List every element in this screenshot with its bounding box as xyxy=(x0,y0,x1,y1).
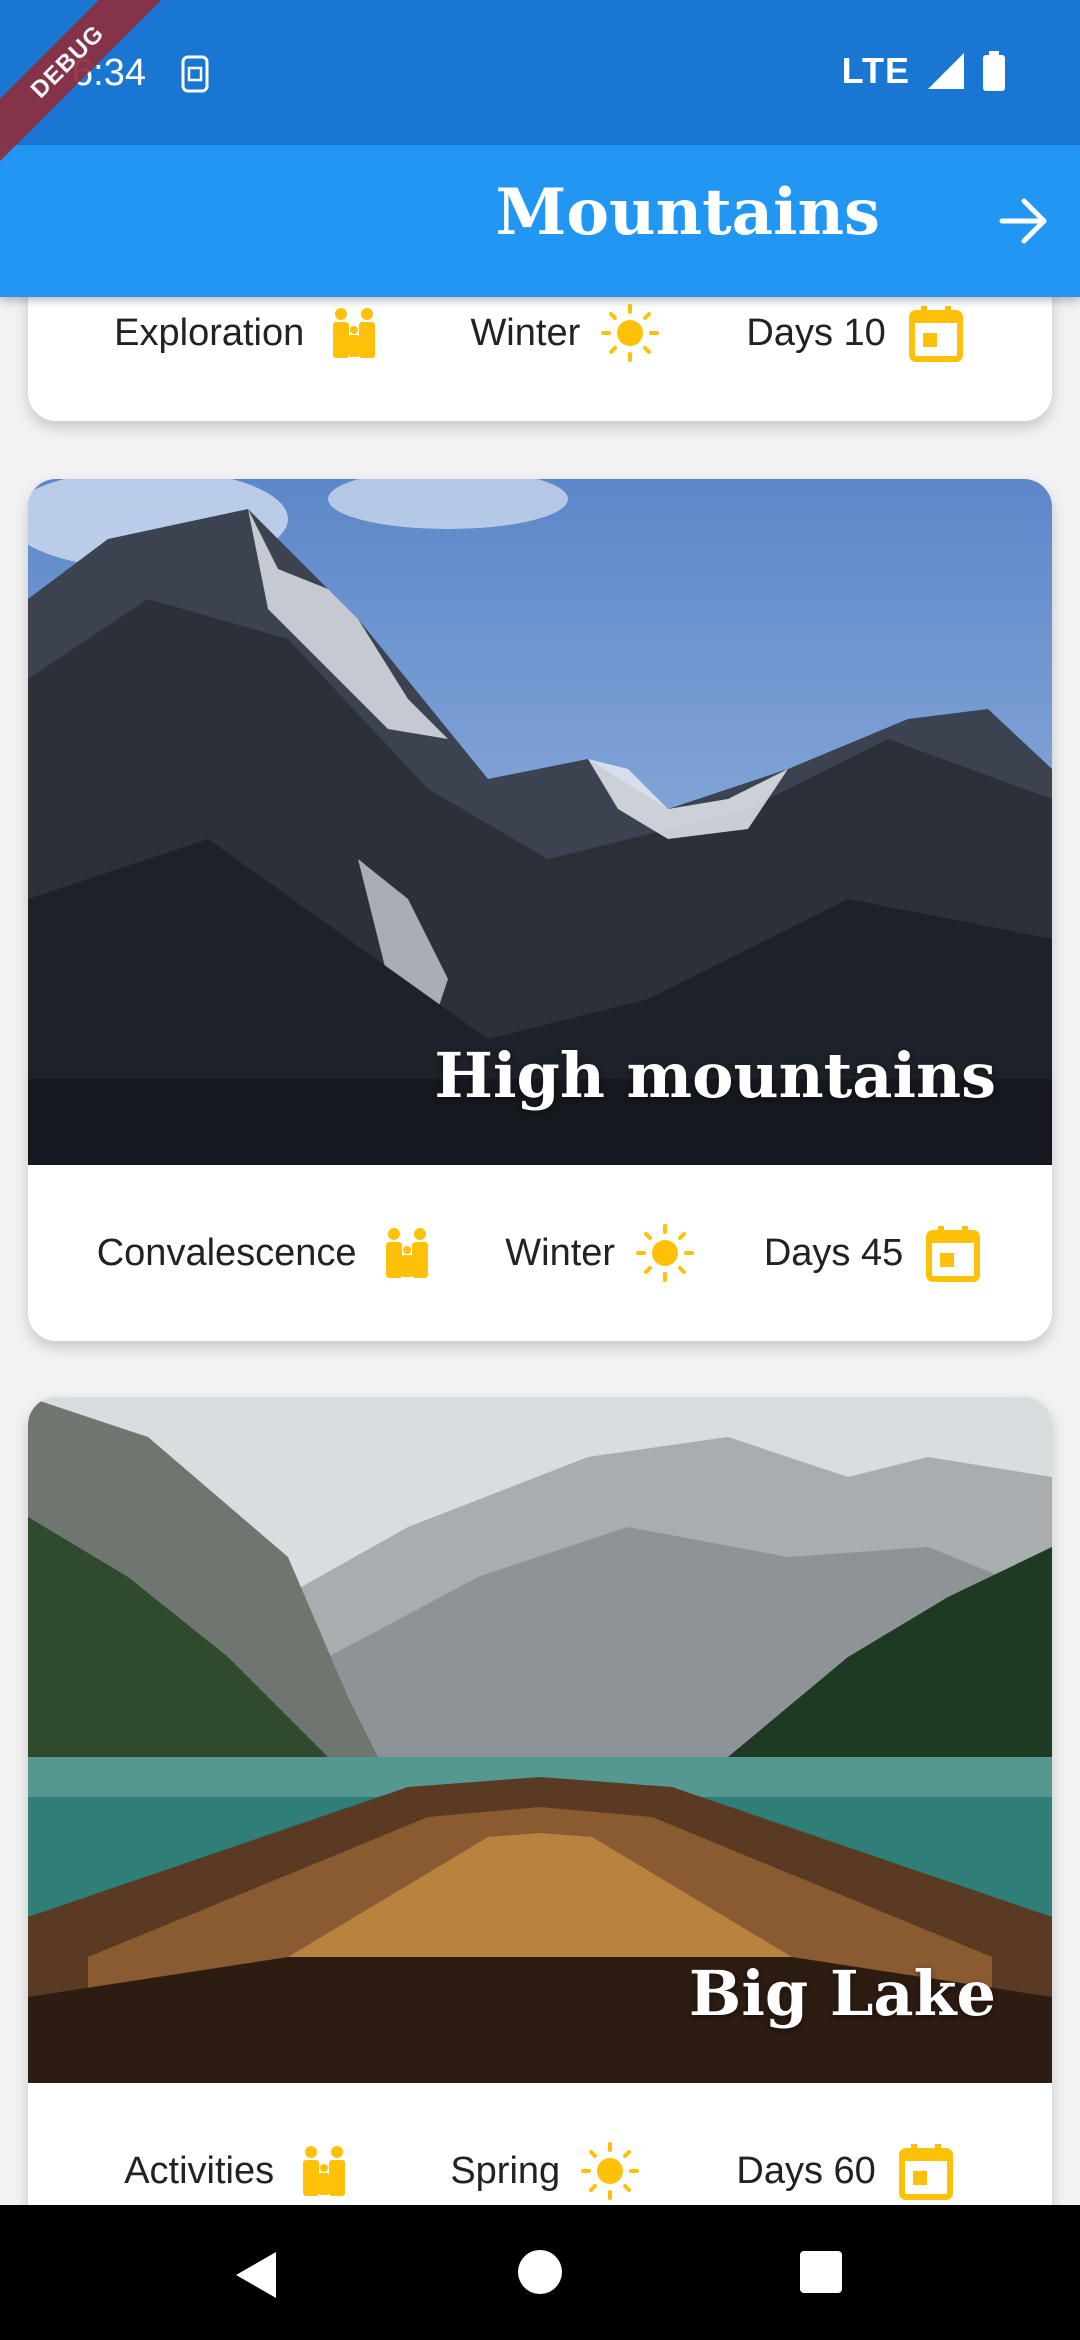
card-info-row: Convalescence Winter Days 45 xyxy=(28,1165,1052,1341)
sun-icon xyxy=(601,304,660,362)
battery-icon xyxy=(983,51,1005,91)
recent-apps-icon[interactable] xyxy=(800,2251,842,2293)
activity-label: Activities xyxy=(124,2149,275,2192)
trip-card[interactable]: High mountains Convalescence Winter Days… xyxy=(28,479,1052,1341)
season-label: Winter xyxy=(505,1231,616,1274)
family-icon xyxy=(333,308,376,358)
sun-icon xyxy=(636,1224,695,1282)
trip-card[interactable]: Big Lake Activities Spring Days 60 xyxy=(28,1397,1052,2205)
days-label: Days 45 xyxy=(763,1231,904,1274)
card-list[interactable]: Exploration Winter Days 10 High mountain… xyxy=(0,297,1080,2205)
arrow-forward-icon[interactable] xyxy=(994,191,1054,251)
sun-icon xyxy=(581,2142,640,2200)
page-title: Mountains xyxy=(495,175,881,250)
card-title: Big Lake xyxy=(688,1957,996,2030)
card-info-row: Exploration Winter Days 10 xyxy=(28,297,1052,421)
trip-card[interactable]: Exploration Winter Days 10 xyxy=(28,297,1052,421)
status-bar: 6:34 LTE xyxy=(0,0,1080,145)
season-label: Winter xyxy=(470,311,581,354)
family-icon xyxy=(385,1228,428,1278)
sim-card-icon xyxy=(181,55,209,93)
activity-label: Convalescence xyxy=(96,1231,357,1274)
back-icon[interactable] xyxy=(232,2250,278,2300)
calendar-icon xyxy=(898,2144,953,2200)
activity-label: Exploration xyxy=(114,311,305,354)
signal-icon xyxy=(928,53,964,89)
network-type: LTE xyxy=(841,50,910,91)
calendar-icon xyxy=(926,1226,981,1282)
card-title: High mountains xyxy=(434,1039,996,1112)
days-label: Days 60 xyxy=(736,2149,876,2192)
system-nav-bar xyxy=(0,2205,1080,2340)
calendar-icon xyxy=(908,306,963,362)
family-icon xyxy=(303,2146,346,2196)
home-icon[interactable] xyxy=(518,2250,562,2294)
card-info-row: Activities Spring Days 60 xyxy=(28,2083,1052,2205)
season-label: Spring xyxy=(450,2149,561,2192)
days-label: Days 10 xyxy=(746,311,886,354)
app-bar: Mountains xyxy=(0,145,1080,297)
